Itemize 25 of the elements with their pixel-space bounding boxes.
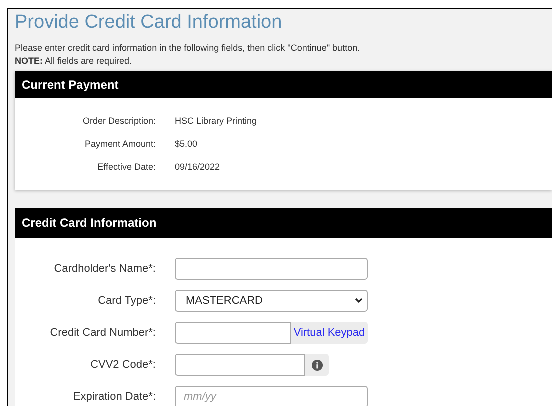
text-field[interactable] <box>175 258 368 280</box>
info-button[interactable] <box>305 354 329 376</box>
info-label: Effective Date: <box>96 160 156 174</box>
instructions-text: Please enter credit card information in the following fields, then click "Continue" button. <box>15 42 362 55</box>
text-field[interactable]: mm/yy <box>175 386 368 406</box>
section-header: Current Payment <box>15 71 552 98</box>
field-label: Expiration Date*: <box>72 390 156 405</box>
page-title: Provide Credit Card Information <box>15 11 284 35</box>
field-label: Cardholder's Name*: <box>53 262 156 277</box>
field-label: Credit Card Number*: <box>49 326 156 341</box>
info-value: $5.00 <box>175 138 198 151</box>
info-label: Payment Amount: <box>84 138 156 151</box>
section-header: Credit Card Information <box>15 208 552 238</box>
note-text: NOTE: All fields are required. <box>15 55 134 68</box>
card-type-select[interactable]: MASTERCARD <box>175 290 368 312</box>
field-label: CVV2 Code*: <box>90 358 156 373</box>
cvv-field[interactable] <box>175 354 305 376</box>
info-value: 09/16/2022 <box>175 160 220 174</box>
info-label: Order Description: <box>82 114 156 128</box>
field-label: Card Type*: <box>97 294 156 309</box>
card-number-field[interactable] <box>175 322 291 344</box>
virtual-keypad-link[interactable]: Virtual Keypad <box>291 322 368 344</box>
info-icon <box>312 360 322 370</box>
info-value: HSC Library Printing <box>175 114 258 128</box>
chevron-down-icon <box>355 298 363 304</box>
